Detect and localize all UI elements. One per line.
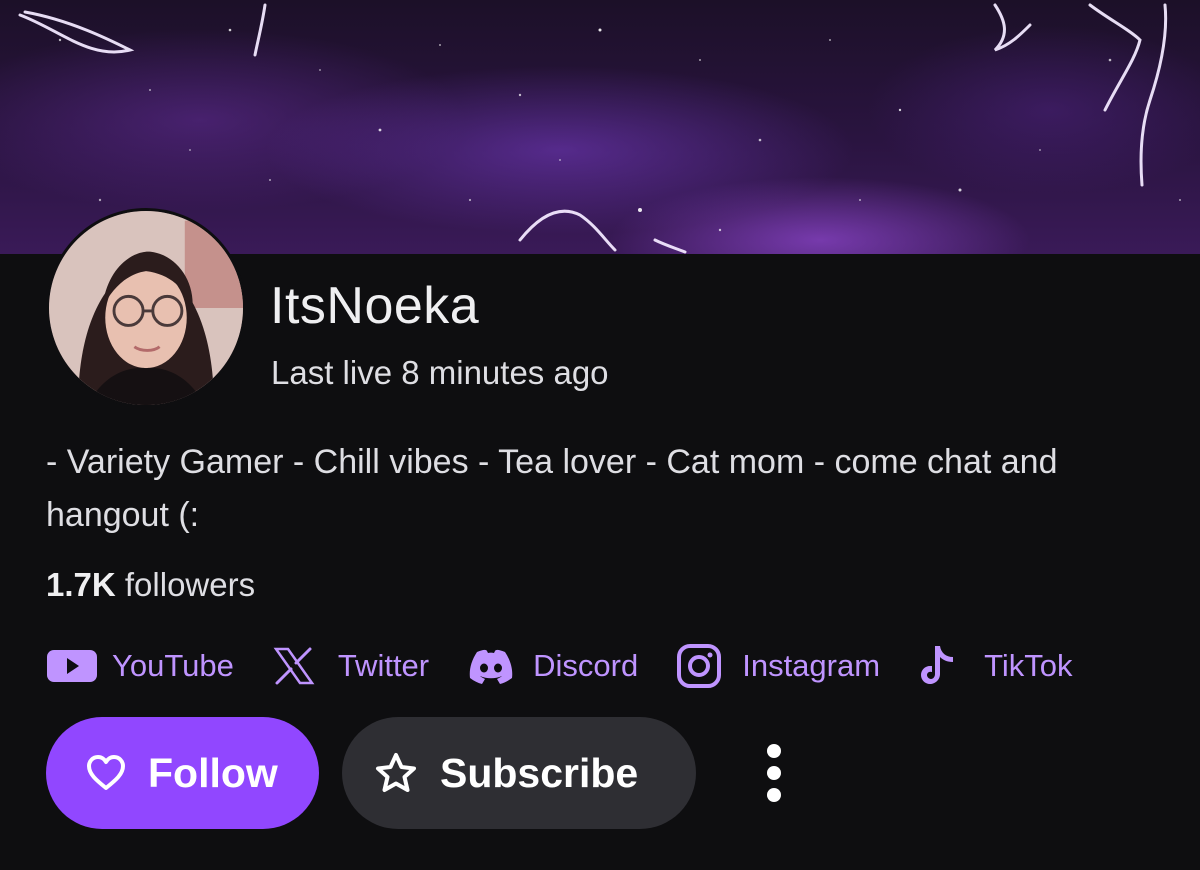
youtube-icon <box>46 640 98 692</box>
subscribe-button[interactable]: Subscribe <box>342 717 696 829</box>
social-links: YouTube Twitter Discord Instagram TikTok <box>46 640 1110 692</box>
follow-label: Follow <box>148 749 278 796</box>
channel-bio: - Variety Gamer - Chill vibes - Tea love… <box>46 443 1058 534</box>
social-link-twitter[interactable]: Twitter <box>272 640 429 692</box>
social-link-discord[interactable]: Discord <box>467 640 638 692</box>
star-icon <box>376 753 416 792</box>
social-label-twitter: Twitter <box>337 648 430 683</box>
social-link-instagram[interactable]: Instagram <box>676 640 880 692</box>
social-label-discord: Discord <box>533 648 639 683</box>
channel-page: ItsNoeka Last live 8 minutes ago - Varie… <box>0 0 1200 870</box>
x-twitter-icon <box>272 640 324 692</box>
vertical-ellipsis-dot <box>767 766 781 780</box>
heart-icon <box>87 755 125 790</box>
channel-name: ItsNoeka <box>270 277 480 335</box>
instagram-icon <box>676 640 728 692</box>
followers-label: followers <box>124 566 256 603</box>
social-label-tiktok: TikTok <box>984 648 1073 683</box>
more-options-button[interactable] <box>758 717 790 829</box>
social-label-instagram: Instagram <box>742 648 881 683</box>
followers-number: 1.7K <box>46 566 116 603</box>
subscribe-label: Subscribe <box>440 749 639 796</box>
channel-actions: Follow Subscribe <box>46 717 790 829</box>
vertical-ellipsis-icon <box>767 744 781 758</box>
social-link-youtube[interactable]: YouTube <box>46 640 234 692</box>
channel-avatar[interactable] <box>46 208 246 408</box>
tiktok-icon <box>918 640 970 692</box>
follow-button[interactable]: Follow <box>46 717 319 829</box>
discord-icon <box>467 640 519 692</box>
last-live-status: Last live 8 minutes ago <box>271 354 609 391</box>
vertical-ellipsis-dot <box>767 788 781 802</box>
followers-count: 1.7K followers <box>46 566 255 604</box>
social-link-tiktok[interactable]: TikTok <box>918 640 1072 692</box>
social-label-youtube: YouTube <box>112 648 234 683</box>
